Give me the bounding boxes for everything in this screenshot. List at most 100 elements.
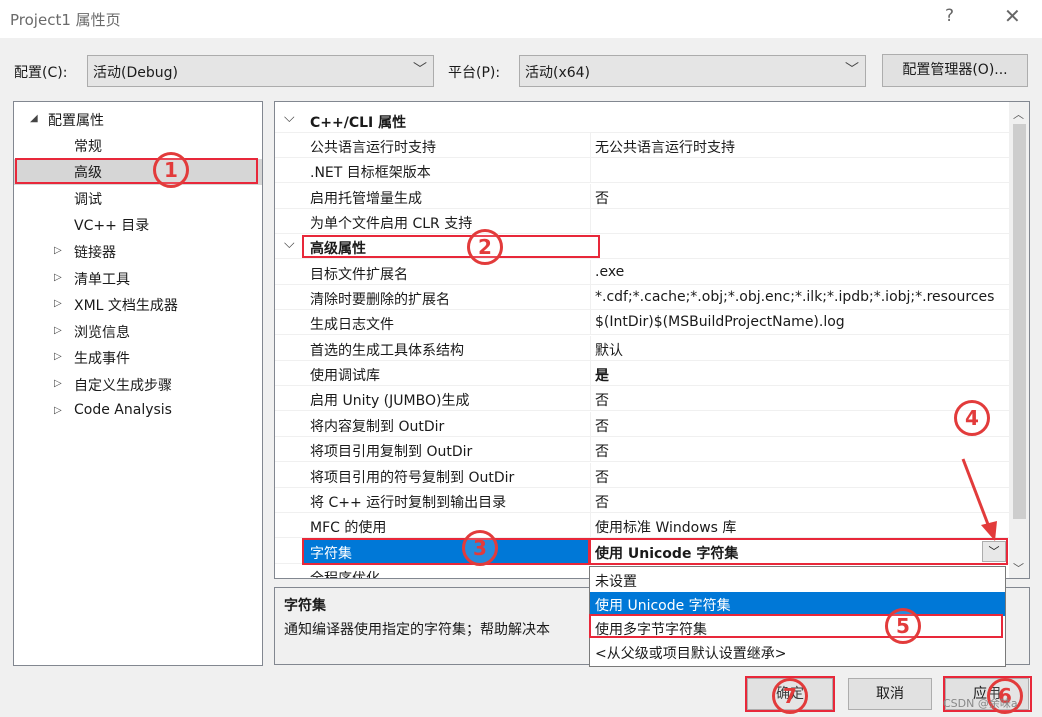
tree-group-label: Code Analysis	[74, 402, 172, 418]
property-value: 无公共语言运行时支持	[595, 140, 735, 156]
property-value: 否	[595, 191, 609, 207]
vertical-scrollbar[interactable]: ︿ ﹀	[1009, 102, 1029, 578]
property-name: 启用 Unity (JUMBO)生成	[310, 393, 470, 409]
scroll-up-icon[interactable]: ︿	[1013, 106, 1024, 122]
platform-select[interactable]: 活动(x64) ﹀	[519, 55, 866, 87]
help-icon[interactable]: ?	[945, 6, 954, 26]
column-divider	[590, 488, 591, 513]
annotation-box	[589, 614, 1003, 638]
column-divider	[590, 336, 591, 361]
column-divider	[590, 260, 591, 285]
annotation-marker: 1	[153, 152, 189, 188]
close-icon[interactable]: ✕	[1004, 4, 1021, 28]
column-divider	[590, 285, 591, 310]
property-name: MFC 的使用	[310, 520, 387, 536]
cancel-button[interactable]: 取消	[848, 678, 932, 710]
annotation-box	[302, 538, 590, 565]
property-value: 否	[595, 444, 609, 460]
option-label: <从父级或项目默认设置继承>	[595, 646, 787, 662]
config-select[interactable]: 活动(Debug) ﹀	[87, 55, 434, 87]
column-divider	[590, 437, 591, 462]
property-value: 默认	[595, 343, 623, 359]
dropdown-option[interactable]: 未设置	[590, 568, 1005, 592]
tree-item-label: 调试	[74, 192, 102, 208]
annotation-marker: 7	[772, 678, 808, 714]
column-divider	[590, 513, 591, 538]
column-divider	[590, 463, 591, 488]
tree-group-code-analysis[interactable]: ▷ Code Analysis	[14, 399, 262, 425]
tree-group-build-events[interactable]: ▷ 生成事件	[14, 345, 262, 371]
window-title: Project1 属性页	[10, 11, 121, 29]
config-value: 活动(Debug)	[93, 65, 178, 81]
config-label: 配置(C):	[14, 65, 68, 81]
expanded-triangle-icon: ◢	[30, 113, 38, 124]
chevron-down-icon[interactable]: ⌵	[284, 110, 295, 126]
option-label: 使用 Unicode 字符集	[595, 598, 731, 614]
tree-group-browse[interactable]: ▷ 浏览信息	[14, 319, 262, 345]
tree-root[interactable]: ◢ 配置属性	[14, 107, 262, 133]
annotation-marker: 3	[462, 530, 498, 566]
tree-item-label: 常规	[74, 139, 102, 155]
column-divider	[590, 361, 591, 386]
description-title: 字符集	[284, 598, 326, 614]
tree-group-manifest[interactable]: ▷ 清单工具	[14, 266, 262, 292]
collapsed-triangle-icon: ▷	[54, 405, 62, 416]
property-grid: ⌵ C++/CLI 属性 公共语言运行时支持 无公共语言运行时支持 .NET 目…	[274, 101, 1030, 579]
dropdown-option-highlighted[interactable]: 使用 Unicode 字符集	[590, 592, 1005, 616]
property-row[interactable]: 目标文件扩展名 .exe	[275, 260, 1009, 285]
property-row[interactable]: 使用调试库 是	[275, 361, 1009, 386]
collapsed-triangle-icon: ▷	[54, 272, 62, 283]
config-manager-button[interactable]: 配置管理器(O)...	[882, 54, 1028, 87]
property-row[interactable]: 清除时要删除的扩展名 *.cdf;*.cache;*.obj;*.obj.enc…	[275, 285, 1009, 310]
property-tree: ◢ 配置属性 常规 高级 调试 VC++ 目录 ▷ 链接器 ▷ 清单工具 ▷ X…	[13, 101, 263, 666]
property-row[interactable]: 启用托管增量生成 否	[275, 184, 1009, 209]
property-name: 将项目引用的符号复制到 OutDir	[310, 470, 515, 486]
property-name: 生成日志文件	[310, 317, 394, 333]
collapsed-triangle-icon: ▷	[54, 351, 62, 362]
tree-item-vc-directories[interactable]: VC++ 目录	[14, 212, 262, 238]
property-row[interactable]: 将 C++ 运行时复制到输出目录 否	[275, 488, 1009, 513]
property-row[interactable]: 将内容复制到 OutDir 否	[275, 412, 1009, 437]
property-row[interactable]: 启用 Unity (JUMBO)生成 否	[275, 386, 1009, 411]
property-value: 否	[595, 470, 609, 486]
chevron-down-icon[interactable]: ⌵	[284, 236, 295, 252]
category-cpp-cli[interactable]: ⌵ C++/CLI 属性	[275, 108, 1009, 133]
property-row[interactable]: 将项目引用复制到 OutDir 否	[275, 437, 1009, 462]
property-row[interactable]: 首选的生成工具体系结构 默认	[275, 336, 1009, 361]
property-row[interactable]: 生成日志文件 $(IntDir)$(MSBuildProjectName).lo…	[275, 310, 1009, 335]
property-row[interactable]: .NET 目标框架版本	[275, 158, 1009, 183]
property-name: 使用调试库	[310, 368, 380, 384]
property-row[interactable]: MFC 的使用 使用标准 Windows 库	[275, 513, 1009, 538]
dropdown-option[interactable]: <从父级或项目默认设置继承>	[590, 640, 1005, 664]
tree-group-custom-build[interactable]: ▷ 自定义生成步骤	[14, 372, 262, 398]
title-bar: Project1 属性页 ? ✕	[0, 0, 1042, 38]
annotation-box	[302, 235, 600, 258]
property-name: 目标文件扩展名	[310, 267, 408, 283]
collapsed-triangle-icon: ▷	[54, 378, 62, 389]
tree-item-general[interactable]: 常规	[14, 133, 262, 159]
property-value: .exe	[595, 264, 625, 280]
tree-group-label: 清单工具	[74, 272, 130, 288]
property-name: 将项目引用复制到 OutDir	[310, 444, 473, 460]
property-value: $(IntDir)$(MSBuildProjectName).log	[595, 314, 845, 330]
property-value: 否	[595, 495, 609, 511]
chevron-down-icon: ﹀	[413, 62, 427, 78]
property-row[interactable]: 公共语言运行时支持 无公共语言运行时支持	[275, 133, 1009, 158]
property-value: 是	[595, 368, 609, 384]
property-value: 使用标准 Windows 库	[595, 520, 737, 536]
property-name: 启用托管增量生成	[310, 191, 422, 207]
scroll-thumb[interactable]	[1013, 124, 1026, 519]
annotation-marker: 2	[467, 229, 503, 265]
column-divider	[590, 209, 591, 234]
tree-group-label: 链接器	[74, 245, 116, 261]
scroll-down-icon[interactable]: ﹀	[1013, 560, 1024, 576]
tree-group-linker[interactable]: ▷ 链接器	[14, 239, 262, 265]
tree-group-label: 浏览信息	[74, 325, 130, 341]
tree-group-label: 自定义生成步骤	[74, 378, 172, 394]
tree-group-xml-doc[interactable]: ▷ XML 文档生成器	[14, 292, 262, 318]
property-row[interactable]: 将项目引用的符号复制到 OutDir 否	[275, 463, 1009, 488]
tree-item-debugging[interactable]: 调试	[14, 186, 262, 212]
property-name: 首选的生成工具体系结构	[310, 343, 464, 359]
property-value: 否	[595, 393, 609, 409]
property-row[interactable]: 为单个文件启用 CLR 支持	[275, 209, 1009, 234]
